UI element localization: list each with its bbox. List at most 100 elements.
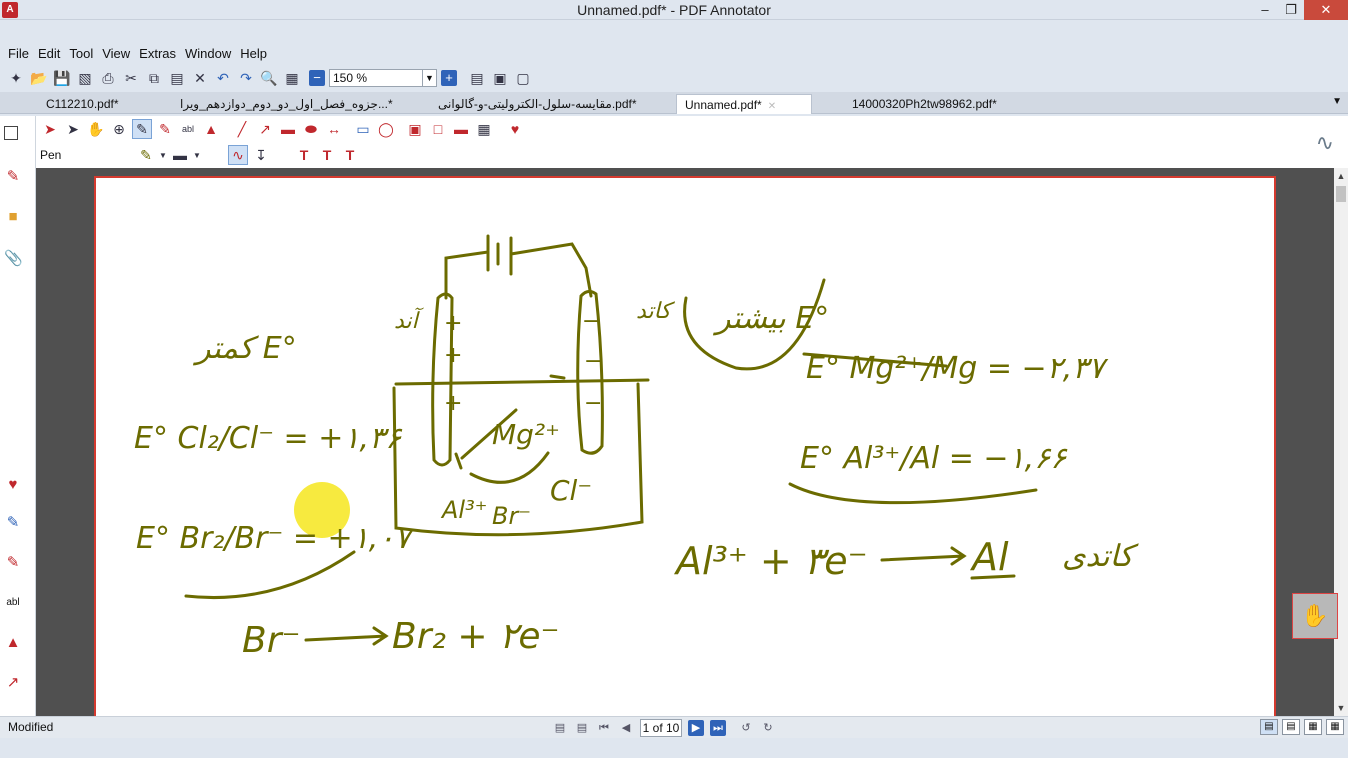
line-icon[interactable]: ╱: [232, 119, 252, 139]
previous-page-icon[interactable]: ◀: [618, 720, 634, 736]
insert-image-icon[interactable]: ▦: [474, 119, 494, 139]
menu-window[interactable]: Window: [185, 44, 231, 64]
status-bar: Modified ▤ ▤ ⏮ ◀ 1 of 10 ▶ ⏭ ↺ ↻ ▤ ▤ ▦ ▦: [0, 716, 1348, 738]
pen-blue-icon[interactable]: ✎: [4, 514, 22, 532]
tab-list-chevron-icon[interactable]: ▼: [1332, 96, 1342, 107]
next-page-icon[interactable]: ▶: [688, 720, 704, 736]
full-screen-icon[interactable]: ▢: [513, 68, 533, 88]
crop-icon[interactable]: □: [428, 119, 448, 139]
heart-icon[interactable]: ♥: [4, 476, 22, 494]
pen-color-icon[interactable]: ✎: [136, 145, 156, 165]
text-tool-icon[interactable]: abl: [178, 119, 198, 139]
menu-extras[interactable]: Extras: [139, 44, 176, 64]
single-page-view-icon[interactable]: ▤: [1260, 719, 1278, 735]
copy-icon[interactable]: ⧉: [144, 68, 164, 88]
page-thumbnail-icon[interactable]: [4, 126, 18, 140]
tool-row: ➤ ➤ ✋ ⊕ ✎ ✎ abl ▲ ╱ ↗ ▬ ⬬ ↔ ▭ ◯ ▣ □ ▬ ▦ …: [40, 118, 528, 140]
redo-icon[interactable]: ↷: [236, 68, 256, 88]
folder-icon[interactable]: ■: [4, 208, 22, 226]
pen-favorite-icon[interactable]: ✎: [4, 168, 22, 186]
chevron-down-icon[interactable]: ▼: [422, 70, 436, 86]
tab-moghayese[interactable]: مقایسه-سلول-الکترولیتی-و-گالوانی.pdf*: [430, 94, 670, 114]
tab-jozveh[interactable]: جزوه_فصل_اول_دو_دوم_دوازدهم_ویرا...*: [172, 94, 422, 114]
new-document-icon[interactable]: ✦: [6, 68, 26, 88]
chevron-down-icon[interactable]: ▼: [193, 145, 201, 165]
pdf-page[interactable]: کمتر E° آند کاتد بیشتر E° E° Cl₂/Cl⁻ = +…: [94, 176, 1276, 736]
scroll-up-icon[interactable]: ▲: [1334, 168, 1348, 184]
lasso-icon[interactable]: ◯: [376, 119, 396, 139]
find-icon[interactable]: 🔍: [259, 68, 279, 88]
underline-br: [184, 550, 356, 600]
close-tab-icon[interactable]: ✕: [768, 101, 776, 112]
cut-icon[interactable]: ✂: [121, 68, 141, 88]
document-viewer[interactable]: کمتر E° آند کاتد بیشتر E° E° Cl₂/Cl⁻ = +…: [36, 168, 1334, 736]
history-forward-icon[interactable]: ▤: [574, 720, 590, 736]
undo-icon[interactable]: ↶: [213, 68, 233, 88]
pen-red-icon[interactable]: ✎: [4, 554, 22, 572]
text-strike-icon[interactable]: T: [340, 145, 360, 165]
select-arrow-icon[interactable]: ➤: [40, 119, 60, 139]
text-underline-icon[interactable]: T: [294, 145, 314, 165]
hand-icon[interactable]: ✋: [86, 119, 106, 139]
snap-icon[interactable]: ↧: [251, 145, 271, 165]
menu-help[interactable]: Help: [240, 44, 267, 64]
ruler-icon[interactable]: ▬: [451, 119, 471, 139]
paste-icon[interactable]: ▤: [167, 68, 187, 88]
attachment-icon[interactable]: 📎: [4, 250, 23, 268]
save-as-icon[interactable]: ▧: [75, 68, 95, 88]
scroll-down-icon[interactable]: ▼: [1334, 700, 1348, 716]
stamp-tool-icon[interactable]: ▲: [201, 119, 221, 139]
smooth-curve-icon[interactable]: ∿: [228, 145, 248, 165]
print-icon[interactable]: ⎙: [98, 68, 118, 88]
delete-icon[interactable]: ✕: [190, 68, 210, 88]
menu-file[interactable]: File: [8, 44, 29, 64]
rectangle-icon[interactable]: ▬: [278, 119, 298, 139]
fit-width-icon[interactable]: ▣: [490, 68, 510, 88]
page-layout-icon[interactable]: ▦: [282, 68, 302, 88]
back-icon[interactable]: ↺: [738, 720, 754, 736]
pen-tool-icon[interactable]: ✎: [132, 119, 152, 139]
text-box-icon[interactable]: abl: [4, 594, 22, 612]
measure-icon[interactable]: ↔: [324, 119, 344, 139]
first-page-icon[interactable]: ⏮: [596, 720, 612, 736]
hand-icon: ✋: [1301, 603, 1329, 628]
stamp-icon[interactable]: ▲: [4, 634, 22, 652]
last-page-icon[interactable]: ⏭: [710, 720, 726, 736]
camera-icon[interactable]: ▣: [405, 119, 425, 139]
menu-edit[interactable]: Edit: [38, 44, 60, 64]
tab-c112210[interactable]: C112210.pdf*: [38, 94, 168, 114]
text-squiggly-icon[interactable]: T: [317, 145, 337, 165]
arrow-icon[interactable]: ↗: [4, 674, 22, 692]
menu-tool[interactable]: Tool: [69, 44, 93, 64]
close-icon[interactable]: ✕: [1304, 0, 1348, 20]
zoom-tool-icon[interactable]: ⊕: [109, 119, 129, 139]
highlighter-icon[interactable]: ✎: [155, 119, 175, 139]
history-back-icon[interactable]: ▤: [552, 720, 568, 736]
two-page-continuous-view-icon[interactable]: ▦: [1326, 719, 1344, 735]
tab-14000320[interactable]: 14000320Ph2tw98962.pdf*: [844, 94, 1034, 114]
eraser-icon[interactable]: ▭: [353, 119, 373, 139]
chevron-down-icon[interactable]: ▼: [159, 145, 167, 165]
tab-unnamed[interactable]: Unnamed.pdf* ✕: [676, 94, 812, 114]
save-icon[interactable]: 💾: [52, 68, 72, 88]
line-width-icon[interactable]: ▬: [170, 145, 190, 165]
minimize-icon[interactable]: –: [1252, 0, 1278, 20]
select-object-icon[interactable]: ➤: [63, 119, 83, 139]
maximize-icon[interactable]: ❐: [1278, 0, 1304, 20]
hand-tool-button[interactable]: ✋: [1292, 593, 1338, 639]
two-page-view-icon[interactable]: ▦: [1304, 719, 1322, 735]
arrow-tool-icon[interactable]: ↗: [255, 119, 275, 139]
open-folder-icon[interactable]: 📂: [29, 68, 49, 88]
scroll-thumb[interactable]: [1336, 186, 1346, 202]
page-number-input[interactable]: 1 of 10: [640, 719, 682, 737]
status-text: Modified: [8, 720, 54, 734]
zoom-input[interactable]: 150 % ▼: [329, 69, 437, 87]
zoom-out-button[interactable]: −: [309, 70, 325, 86]
fit-page-icon[interactable]: ▤: [467, 68, 487, 88]
menu-view[interactable]: View: [102, 44, 130, 64]
zoom-in-button[interactable]: +: [441, 70, 457, 86]
continuous-view-icon[interactable]: ▤: [1282, 719, 1300, 735]
forward-icon[interactable]: ↻: [760, 720, 776, 736]
ellipse-icon[interactable]: ⬬: [301, 119, 321, 139]
favorites-heart-icon[interactable]: ♥: [505, 119, 525, 139]
